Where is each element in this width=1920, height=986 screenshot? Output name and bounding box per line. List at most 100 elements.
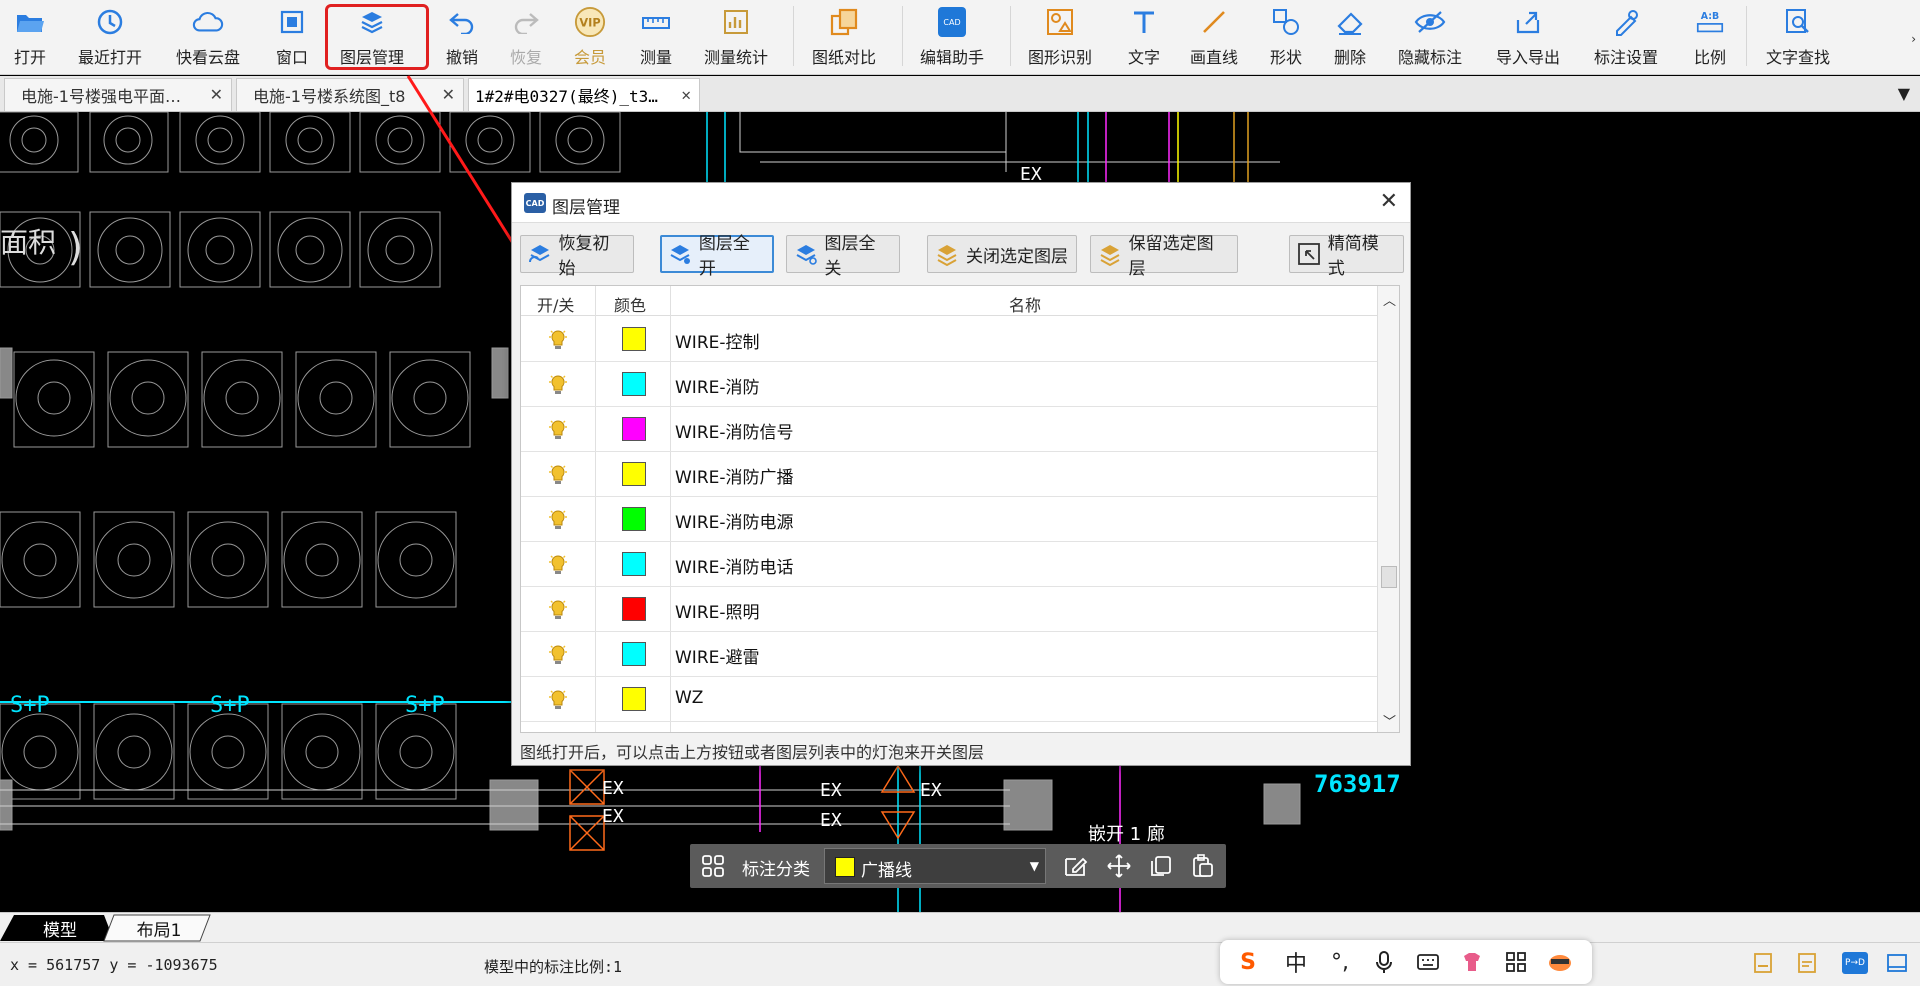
layer-name: WZ bbox=[675, 688, 704, 708]
clock-icon bbox=[94, 2, 126, 42]
lightbulb-icon[interactable] bbox=[547, 419, 569, 441]
layer-color-swatch[interactable] bbox=[622, 462, 646, 486]
keyboard-icon[interactable] bbox=[1414, 948, 1442, 976]
layer-color-swatch[interactable] bbox=[622, 597, 646, 621]
layer-color-swatch[interactable] bbox=[622, 327, 646, 351]
tab-layout1[interactable]: 布局1 bbox=[118, 915, 200, 941]
import-export-button[interactable]: 导入导出 bbox=[1496, 2, 1560, 72]
canvas-label-sp: S+P bbox=[405, 693, 445, 718]
panel-toggle-icon[interactable] bbox=[1886, 952, 1908, 974]
layer-row[interactable]: WIRE-避雷 bbox=[521, 632, 1377, 677]
window-button[interactable]: 窗口 bbox=[276, 2, 308, 72]
move-icon[interactable] bbox=[1106, 853, 1132, 879]
lightbulb-icon[interactable] bbox=[547, 464, 569, 486]
layer-name: WIRE-照明 bbox=[675, 603, 760, 623]
layer-row[interactable]: WIRE-消防 bbox=[521, 362, 1377, 407]
layers-all-off-button[interactable]: 图层全关 bbox=[786, 234, 900, 279]
import-export-icon bbox=[1512, 2, 1544, 42]
shape-button[interactable]: 形状 bbox=[1270, 2, 1302, 72]
p-d-badge-icon[interactable]: P→D bbox=[1842, 952, 1868, 974]
edit-note-icon[interactable] bbox=[1062, 853, 1088, 879]
layer-row[interactable]: WIRE-消防信号 bbox=[521, 407, 1377, 452]
shape-recognition-button[interactable]: 图形识别 bbox=[1028, 2, 1092, 72]
redo-button[interactable]: 恢复 bbox=[510, 2, 542, 72]
measure-stats-button[interactable]: 测量统计 bbox=[704, 2, 768, 72]
layer-row[interactable]: WIRE-照明 bbox=[521, 587, 1377, 632]
annotation-settings-button[interactable]: 标注设置 bbox=[1594, 2, 1658, 72]
svg-text:CAD: CAD bbox=[943, 18, 960, 27]
toolbar-separator bbox=[1746, 6, 1747, 66]
ime-language-toggle[interactable]: 中 bbox=[1282, 948, 1310, 977]
document-tab[interactable]: 电施-1号楼强电平面… ✕ bbox=[4, 78, 232, 111]
lightbulb-icon[interactable] bbox=[547, 374, 569, 396]
tab-list-menu-icon[interactable]: ▼ bbox=[1898, 84, 1910, 103]
document-tab[interactable]: 电施-1号楼系统图_t8 ✕ bbox=[236, 78, 464, 111]
microphone-icon[interactable] bbox=[1370, 948, 1398, 976]
layer-row[interactable]: WIRE-消防广播 bbox=[521, 452, 1377, 497]
close-selected-layers-button[interactable]: 关闭选定图层 bbox=[927, 235, 1077, 273]
dialog-title: 图层管理 bbox=[552, 198, 620, 218]
scroll-thumb[interactable] bbox=[1381, 566, 1397, 588]
lightbulb-icon[interactable] bbox=[547, 599, 569, 621]
hide-annotation-button[interactable]: 隐藏标注 bbox=[1398, 2, 1462, 72]
layer-row[interactable]: WIRE-控制 bbox=[521, 317, 1377, 362]
layer-color-swatch[interactable] bbox=[622, 507, 646, 531]
cloud-button[interactable]: 快看云盘 bbox=[176, 2, 240, 72]
lightbulb-icon[interactable] bbox=[547, 329, 569, 351]
cloud-icon bbox=[192, 2, 224, 42]
layer-list[interactable]: 开/关 颜色 名称 WIRE-控制 WIRE-消防 WIRE-消防信号 WIRE-消防… bbox=[520, 285, 1400, 733]
scale-button[interactable]: A:B 比例 bbox=[1694, 2, 1726, 72]
copy-icon[interactable] bbox=[1148, 853, 1174, 879]
document-tab-active[interactable]: 1#2#电0327(最终)_t3… ✕ bbox=[468, 78, 700, 111]
layer-list-scrollbar[interactable]: ︿ ﹀ bbox=[1377, 286, 1399, 732]
draw-line-button[interactable]: 画直线 bbox=[1190, 2, 1238, 72]
tab-model[interactable]: 模型 bbox=[20, 915, 100, 941]
compare-button[interactable]: 图纸对比 bbox=[812, 2, 876, 72]
simple-mode-button[interactable]: 精简模式 bbox=[1289, 234, 1404, 279]
layer-row[interactable]: WZ bbox=[521, 677, 1377, 722]
text-search-button[interactable]: 文字查找 bbox=[1766, 2, 1830, 72]
open-button[interactable]: 打开 bbox=[14, 2, 46, 72]
paste-icon[interactable] bbox=[1190, 853, 1216, 879]
layer-row[interactable]: WIRE-消防电话 bbox=[521, 542, 1377, 587]
lightbulb-icon[interactable] bbox=[547, 644, 569, 666]
close-icon[interactable]: ✕ bbox=[1380, 189, 1398, 214]
close-icon[interactable]: ✕ bbox=[210, 85, 223, 104]
close-icon[interactable]: ✕ bbox=[442, 85, 455, 104]
lightbulb-icon[interactable] bbox=[547, 689, 569, 711]
scroll-down-icon[interactable]: ﹀ bbox=[1383, 711, 1396, 730]
toolbar-more-icon[interactable]: › bbox=[1911, 32, 1916, 46]
apps-grid-icon[interactable] bbox=[1502, 948, 1530, 976]
undo-button[interactable]: 撤销 bbox=[446, 2, 478, 72]
annotation-category-select[interactable]: 广播线 ▼ bbox=[824, 848, 1046, 884]
layer-color-swatch[interactable] bbox=[622, 687, 646, 711]
layer-color-swatch[interactable] bbox=[622, 642, 646, 666]
sogou-logo-icon[interactable]: S bbox=[1234, 948, 1262, 976]
edit-assistant-button[interactable]: CAD 编辑助手 bbox=[920, 2, 984, 72]
layer-color-swatch[interactable] bbox=[622, 372, 646, 396]
layer-color-swatch[interactable] bbox=[622, 417, 646, 441]
layer-color-swatch[interactable] bbox=[622, 552, 646, 576]
recent-open-button[interactable]: 最近打开 bbox=[78, 2, 142, 72]
dialog-title-bar[interactable]: CAD 图层管理 ✕ bbox=[512, 183, 1410, 223]
vip-button[interactable]: VIP 会员 bbox=[574, 2, 606, 72]
restore-initial-button[interactable]: 恢复初始 bbox=[520, 234, 634, 279]
keep-selected-layers-button[interactable]: 保留选定图层 bbox=[1090, 234, 1238, 279]
skin-icon[interactable] bbox=[1458, 948, 1486, 976]
close-icon[interactable]: ✕ bbox=[681, 85, 691, 104]
layer-name: WIRE-避雷 bbox=[675, 648, 760, 668]
grid-icon[interactable] bbox=[700, 853, 726, 883]
punctuation-icon[interactable]: °, bbox=[1326, 948, 1354, 976]
pdf-export-icon[interactable] bbox=[1752, 952, 1774, 974]
text-tool-button[interactable]: 文字 bbox=[1128, 2, 1160, 72]
delete-button[interactable]: 删除 bbox=[1334, 2, 1366, 72]
measure-button[interactable]: 测量 bbox=[640, 2, 672, 72]
lightbulb-icon[interactable] bbox=[547, 509, 569, 531]
scroll-up-icon[interactable]: ︿ bbox=[1383, 290, 1396, 309]
canvas-label-ex: EX bbox=[820, 810, 842, 831]
layers-all-on-button[interactable]: 图层全开 bbox=[660, 234, 774, 279]
lightbulb-icon[interactable] bbox=[547, 554, 569, 576]
layer-row[interactable]: WIRE-消防电源 bbox=[521, 497, 1377, 542]
pdf-convert-icon[interactable] bbox=[1796, 952, 1818, 974]
mascot-icon[interactable] bbox=[1546, 948, 1574, 976]
